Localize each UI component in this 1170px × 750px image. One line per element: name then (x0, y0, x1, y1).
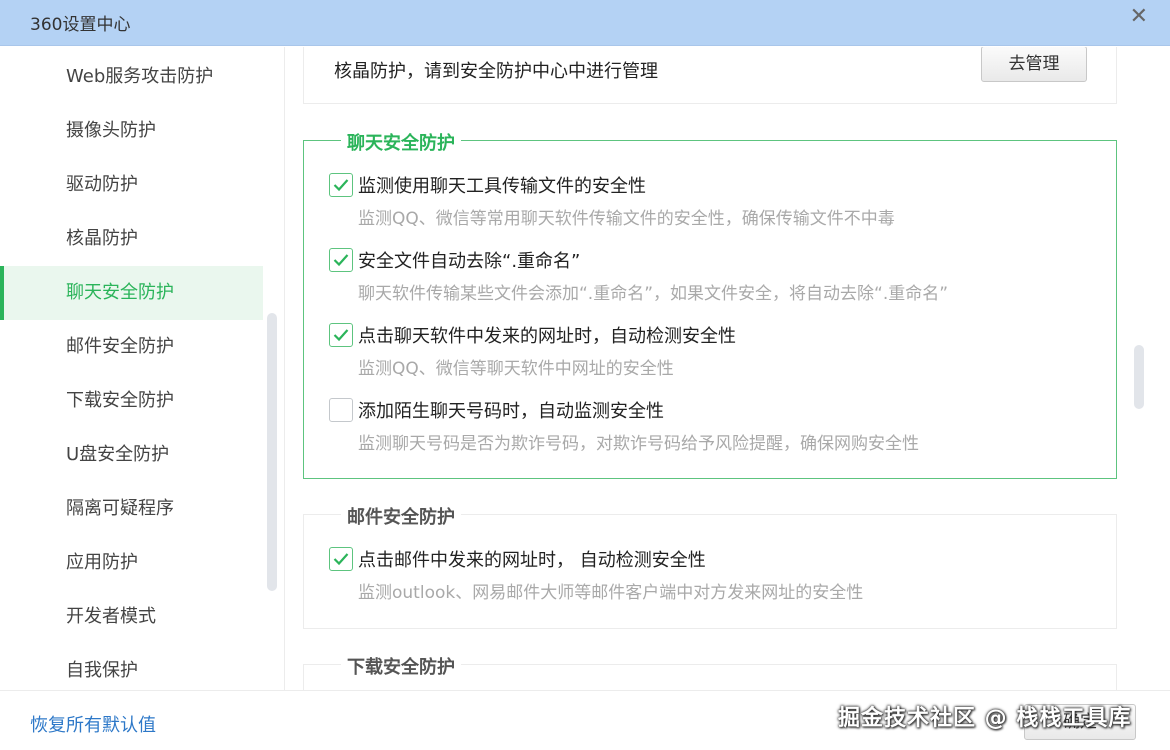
sidebar-item-mail[interactable]: 邮件安全防护 (0, 320, 263, 374)
check-icon (333, 553, 349, 566)
sidebar-item-chat[interactable]: 聊天安全防护 (0, 266, 263, 320)
chat-stranger-desc: 监测聊天号码是否为欺诈号码，对欺诈号码给予风险提醒，确保网购安全性 (358, 434, 919, 454)
kernel-card: 核晶防护，请到安全防护中心中进行管理 去管理 (303, 47, 1117, 104)
manage-button[interactable]: 去管理 (981, 47, 1087, 82)
check-icon (333, 254, 349, 267)
download-security-card: 下载安全防护 (303, 653, 1117, 690)
kernel-manage-text: 核晶防护，请到安全防护中心中进行管理 (334, 61, 658, 82)
chat-file-desc: 监测QQ、微信等常用聊天软件传输文件的安全性，确保传输文件不中毒 (358, 209, 895, 229)
chat-url-checkbox[interactable] (329, 323, 353, 347)
chat-rename-desc: 聊天软件传输某些文件会添加“.重命名”，如果文件安全，将自动去除“.重命名” (358, 284, 949, 304)
sidebar-item-quarantine[interactable]: 隔离可疑程序 (0, 482, 263, 536)
sidebar-item-usb[interactable]: U盘安全防护 (0, 428, 263, 482)
chat-stranger-label: 添加陌生聊天号码时，自动监测安全性 (358, 401, 664, 422)
title-bar: 360设置中心 ✕ (0, 0, 1170, 46)
chat-url-label: 点击聊天软件中发来的网址时，自动检测安全性 (358, 326, 736, 347)
sidebar: Web服务攻击防护 摄像头防护 驱动防护 核晶防护 聊天安全防护 邮件安全防护 … (0, 47, 285, 690)
download-section-title: 下载安全防护 (341, 653, 461, 679)
chat-file-label: 监测使用聊天工具传输文件的安全性 (358, 176, 646, 197)
sidebar-item-self-protect[interactable]: 自我保护 (0, 644, 263, 690)
sidebar-item-driver[interactable]: 驱动防护 (0, 158, 263, 212)
chat-security-card: 聊天安全防护 监测使用聊天工具传输文件的安全性 监测QQ、微信等常用聊天软件传输… (303, 129, 1117, 479)
chat-section-title: 聊天安全防护 (341, 129, 461, 155)
sidebar-item-camera[interactable]: 摄像头防护 (0, 104, 263, 158)
mail-url-label: 点击邮件中发来的网址时， 自动检测安全性 (358, 550, 706, 571)
sidebar-scrollbar[interactable] (267, 313, 277, 591)
mail-security-card: 邮件安全防护 点击邮件中发来的网址时， 自动检测安全性 监测outlook、网易… (303, 503, 1117, 629)
chat-rename-label: 安全文件自动去除“.重命名” (358, 251, 581, 272)
chat-url-desc: 监测QQ、微信等聊天软件中网址的安全性 (358, 359, 674, 379)
mail-url-desc: 监测outlook、网易邮件大师等邮件客户端中对方发来网址的安全性 (358, 583, 864, 603)
window-title: 360设置中心 (30, 15, 131, 35)
check-icon (333, 329, 349, 342)
chat-stranger-checkbox[interactable] (329, 398, 353, 422)
watermark: 掘金技术社区 @ 栈栈工具库 (838, 706, 1132, 731)
reset-defaults-link[interactable]: 恢复所有默认值 (30, 711, 156, 737)
chat-file-checkbox[interactable] (329, 173, 353, 197)
sidebar-item-kernel[interactable]: 核晶防护 (0, 212, 263, 266)
close-icon[interactable]: ✕ (1130, 6, 1148, 28)
settings-content: 核晶防护，请到安全防护中心中进行管理 去管理 聊天安全防护 监测使用聊天工具传输… (286, 47, 1170, 690)
mail-url-checkbox[interactable] (329, 547, 353, 571)
content-scrollbar[interactable] (1134, 345, 1144, 409)
sidebar-item-app[interactable]: 应用防护 (0, 536, 263, 590)
mail-section-title: 邮件安全防护 (341, 503, 461, 529)
sidebar-item-web-attack[interactable]: Web服务攻击防护 (0, 50, 263, 104)
sidebar-item-download[interactable]: 下载安全防护 (0, 374, 263, 428)
chat-rename-checkbox[interactable] (329, 248, 353, 272)
sidebar-item-developer[interactable]: 开发者模式 (0, 590, 263, 644)
check-icon (333, 179, 349, 192)
